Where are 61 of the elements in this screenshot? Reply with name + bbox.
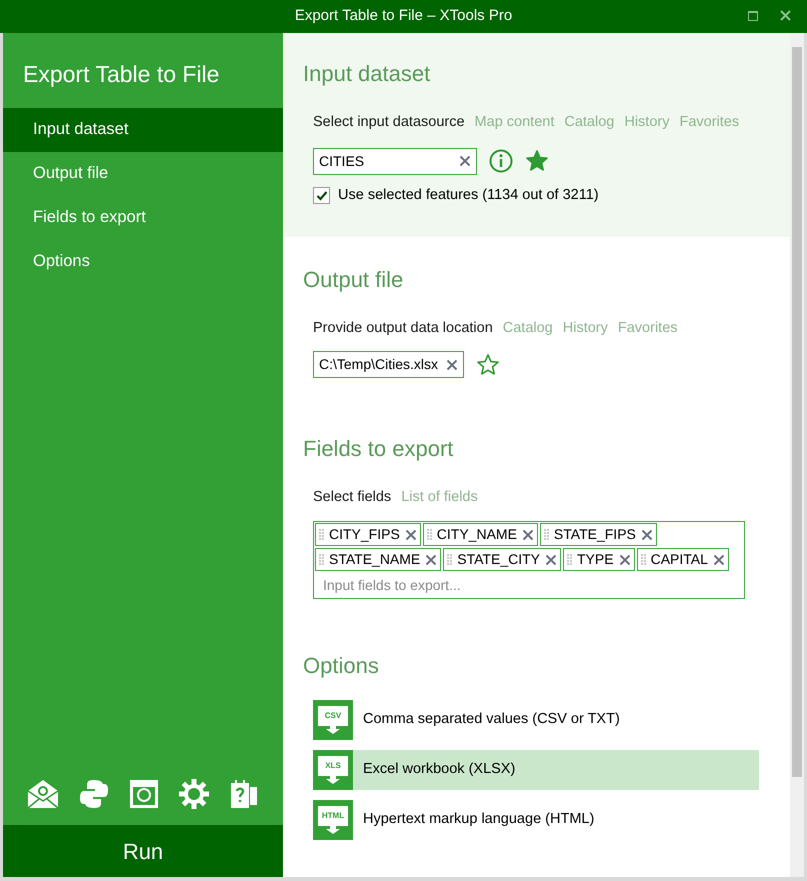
sidebar-title: Export Table to File xyxy=(22,60,220,89)
option-label: Hypertext markup language (HTML) xyxy=(363,810,594,830)
close-icon[interactable] xyxy=(640,528,653,540)
prompt-label: Select input datasource xyxy=(313,113,465,132)
close-icon[interactable] xyxy=(459,155,471,168)
field-tag[interactable]: CITY_NAME xyxy=(422,523,538,546)
settings-icon[interactable] xyxy=(179,779,209,809)
format-option[interactable]: CSV Comma separated values (CSV or TXT) xyxy=(313,700,759,740)
close-icon[interactable] xyxy=(425,554,438,566)
close-icon[interactable] xyxy=(446,358,458,371)
field-tag[interactable]: STATE_CITY xyxy=(443,548,561,571)
close-icon[interactable] xyxy=(522,528,534,540)
prompt-label: Provide output data location xyxy=(313,318,493,338)
drag-handle-icon[interactable] xyxy=(447,554,452,566)
file-format-icon: CSV xyxy=(313,700,353,740)
fields-field[interactable]: CITY_FIPS CITY_NAME STATE_FIPS STATE_NAME STATE_CITY TYPE CAPITAL Input fields to export... xyxy=(313,521,745,599)
star-icon[interactable] xyxy=(476,352,500,377)
field-tag[interactable]: STATE_FIPS xyxy=(540,523,657,546)
section-heading: Output file xyxy=(303,266,404,294)
datasource-field[interactable]: CITIES xyxy=(313,148,477,175)
scrollbar[interactable] xyxy=(790,33,804,877)
format-option[interactable]: XLS Excel workbook (XLSX) xyxy=(313,750,759,790)
prompt-label: Select fields xyxy=(313,488,392,508)
drag-handle-icon[interactable] xyxy=(640,554,646,566)
drag-handle-icon[interactable] xyxy=(426,528,432,540)
field-tag[interactable]: CAPITAL xyxy=(636,548,729,571)
option-label: Comma separated values (CSV or TXT) xyxy=(363,710,620,730)
nav-item[interactable]: Input dataset xyxy=(3,108,283,152)
close-icon[interactable] xyxy=(618,554,631,566)
close-icon[interactable] xyxy=(545,554,557,566)
file-format-icon: HTML xyxy=(313,800,353,840)
section-heading: Input dataset xyxy=(303,60,432,88)
check-icon xyxy=(316,190,328,202)
file-format-icon: XLS xyxy=(313,750,353,790)
checkbox-label: Use selected features (1134 out of 3211) xyxy=(338,186,599,205)
field-tag[interactable]: TYPE xyxy=(563,548,635,571)
fields-placeholder: Input fields to export... xyxy=(322,576,462,595)
drag-handle-icon[interactable] xyxy=(544,528,549,540)
format-option[interactable]: HTML Hypertext markup language (HTML) xyxy=(313,800,759,840)
maximize-icon[interactable] xyxy=(748,10,758,20)
run-button[interactable]: Run xyxy=(3,825,283,877)
drag-handle-icon[interactable] xyxy=(319,554,324,566)
field-tag[interactable]: STATE_NAME xyxy=(315,548,442,571)
email-icon[interactable] xyxy=(27,779,59,809)
close-icon[interactable] xyxy=(780,10,791,21)
python-icon[interactable] xyxy=(79,779,109,809)
close-icon[interactable] xyxy=(404,528,417,540)
info-icon[interactable] xyxy=(489,149,513,174)
window-title: Export Table to File – XTools Pro xyxy=(294,6,512,26)
help-notebook-icon[interactable] xyxy=(229,779,259,809)
option-label: Excel workbook (XLSX) xyxy=(363,760,516,780)
drag-handle-icon[interactable] xyxy=(319,528,324,540)
field-tag[interactable]: CITY_FIPS xyxy=(315,523,421,546)
output-path-field[interactable]: C:\Temp\Cities.xlsx xyxy=(313,351,464,378)
close-icon[interactable] xyxy=(712,554,725,566)
star-icon[interactable] xyxy=(525,149,549,174)
checkbox[interactable] xyxy=(313,187,330,204)
camera-icon[interactable] xyxy=(129,779,159,809)
drag-handle-icon[interactable] xyxy=(567,554,572,566)
section-heading: Options xyxy=(303,652,380,680)
section-heading: Fields to export xyxy=(303,435,454,464)
